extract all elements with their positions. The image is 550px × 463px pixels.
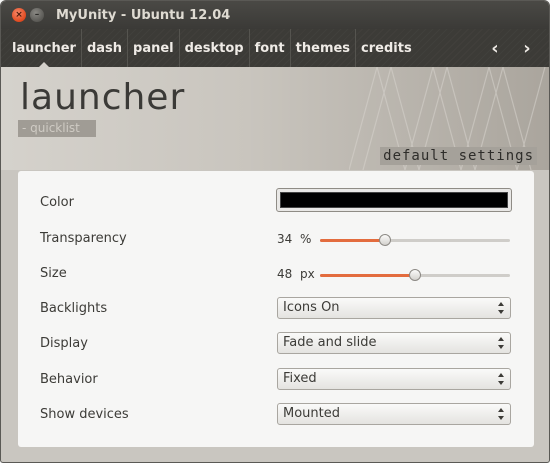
size-row: Size 48 px — [18, 258, 534, 288]
show-devices-label: Show devices — [40, 407, 129, 422]
up-down-arrows-icon — [498, 337, 504, 349]
size-slider-fill — [320, 274, 415, 277]
nav-tab-dash[interactable]: dash — [82, 29, 129, 67]
transparency-slider-thumb[interactable] — [379, 234, 391, 246]
nav-tab-credits[interactable]: credits — [356, 29, 417, 67]
transparency-slider[interactable] — [320, 234, 510, 246]
settings-panel: Color Transparency 34 % Size 48 px Backl… — [18, 171, 534, 447]
display-row: Display Fade and slide — [18, 328, 534, 358]
display-label: Display — [40, 336, 88, 351]
behavior-selected: Fixed — [283, 371, 317, 386]
chevron-left-icon[interactable]: ‹ — [489, 38, 501, 59]
header-banner: launcher - quicklist default settings — [1, 67, 549, 170]
backlights-selected: Icons On — [283, 300, 340, 315]
size-value: 48 — [277, 267, 293, 281]
size-slider[interactable] — [320, 269, 510, 281]
backlights-row: Backlights Icons On — [18, 293, 534, 323]
display-select[interactable]: Fade and slide — [277, 332, 511, 354]
transparency-value: 34 — [277, 232, 293, 246]
nav-tab-themes[interactable]: themes — [291, 29, 357, 67]
color-swatch — [280, 192, 508, 208]
show-devices-select[interactable]: Mounted — [277, 403, 511, 425]
behavior-label: Behavior — [40, 372, 98, 387]
nav-bar: launcher dash panel desktop font themes … — [1, 29, 549, 67]
subsection-link[interactable]: - quicklist — [18, 120, 96, 137]
display-selected: Fade and slide — [283, 335, 377, 350]
behavior-select[interactable]: Fixed — [277, 368, 511, 390]
chevron-right-icon[interactable]: › — [521, 38, 533, 59]
size-label: Size — [40, 266, 67, 281]
show-devices-row: Show devices Mounted — [18, 399, 534, 429]
nav-arrows: ‹ › — [489, 29, 533, 67]
up-down-arrows-icon — [498, 408, 504, 420]
close-icon[interactable]: × — [12, 8, 26, 22]
up-down-arrows-icon — [498, 373, 504, 385]
nav-tab-font[interactable]: font — [250, 29, 291, 67]
transparency-unit: % — [300, 232, 312, 246]
size-unit: px — [300, 267, 315, 281]
behavior-row: Behavior Fixed — [18, 364, 534, 394]
color-label: Color — [40, 195, 74, 210]
page-title: launcher — [20, 77, 186, 118]
up-down-arrows-icon — [498, 302, 504, 314]
window-title: MyUnity - Ubuntu 12.04 — [56, 7, 231, 23]
backlights-select[interactable]: Icons On — [277, 297, 511, 319]
size-slider-thumb[interactable] — [409, 269, 421, 281]
app-window: × – MyUnity - Ubuntu 12.04 launcher dash… — [0, 0, 550, 463]
show-devices-selected: Mounted — [283, 406, 340, 421]
default-settings-button[interactable]: default settings — [380, 147, 537, 165]
nav-tab-launcher[interactable]: launcher — [7, 29, 82, 67]
title-bar: × – MyUnity - Ubuntu 12.04 — [1, 1, 549, 29]
minimize-icon[interactable]: – — [30, 8, 44, 22]
transparency-row: Transparency 34 % — [18, 223, 534, 253]
transparency-slider-fill — [320, 239, 385, 242]
backlights-label: Backlights — [40, 301, 108, 316]
nav-tab-desktop[interactable]: desktop — [180, 29, 250, 67]
nav-tab-panel[interactable]: panel — [128, 29, 180, 67]
transparency-label: Transparency — [40, 231, 127, 246]
color-picker-button[interactable] — [276, 188, 512, 212]
